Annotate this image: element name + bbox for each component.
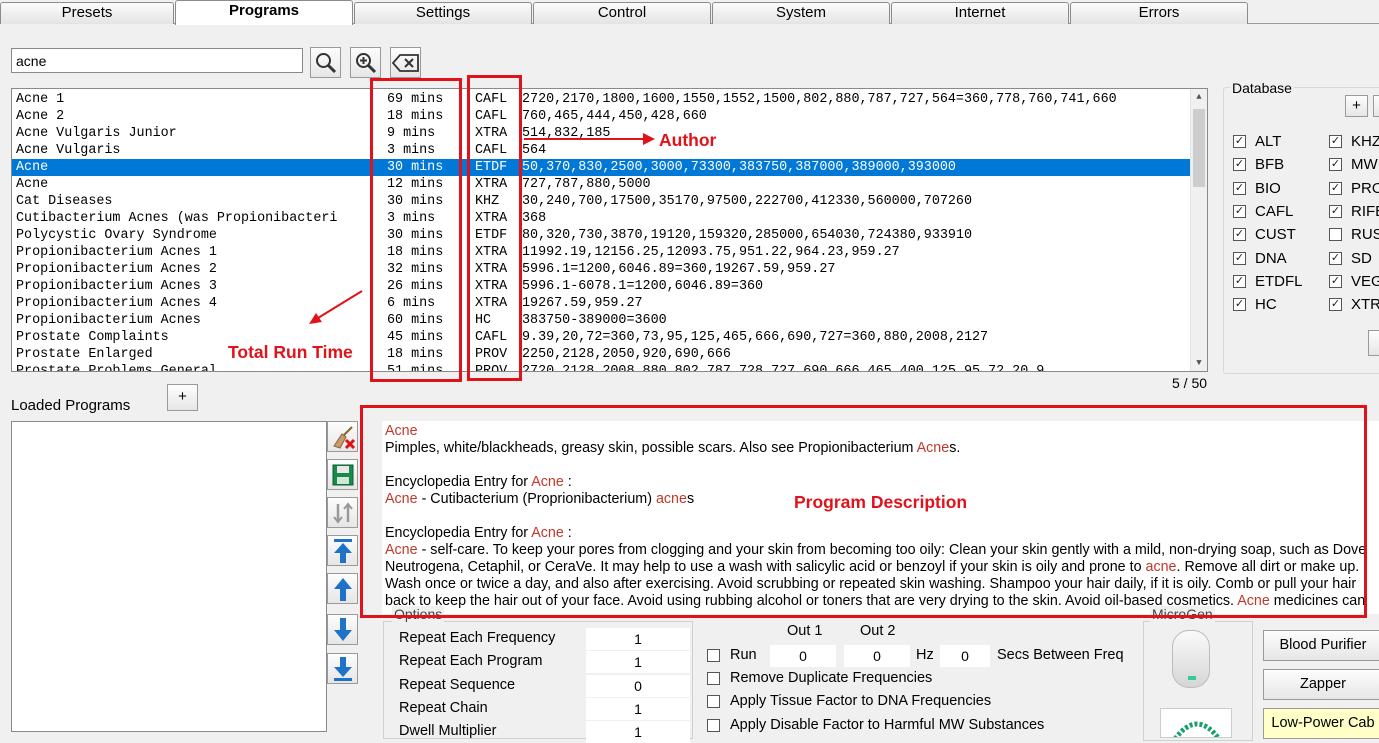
tab-programs[interactable]: Programs [175,0,353,25]
annotation-arrows [309,133,655,324]
author-annotation: Author [659,130,717,150]
description-annotation: Program Description [794,492,968,512]
run-time-annotation: Total Run Time [228,342,353,362]
